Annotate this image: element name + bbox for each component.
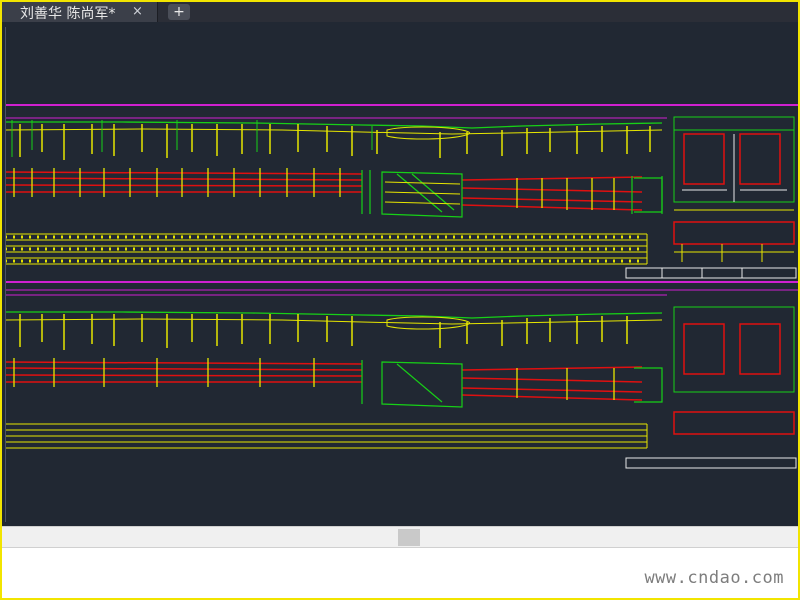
cross-section-yellow	[674, 209, 794, 262]
profile-line	[5, 121, 663, 129]
tab-bar: 刘善华 陈尚军* × +	[2, 2, 798, 22]
plus-icon[interactable]: +	[173, 4, 185, 20]
horizontal-scrollbar[interactable]	[2, 526, 798, 548]
cross-section-white	[625, 134, 797, 279]
canvas-edge	[5, 27, 6, 522]
watermark: www.cndao.com	[644, 568, 784, 588]
sheet-2	[4, 294, 797, 469]
new-tab-button[interactable]: +	[168, 4, 190, 20]
drawing-canvas[interactable]	[2, 22, 798, 526]
status-area: www.cndao.com	[2, 548, 798, 596]
document-tab[interactable]: 刘善华 陈尚军* ×	[2, 2, 158, 22]
profile-line	[4, 128, 663, 135]
scrollbar-thumb[interactable]	[398, 529, 420, 546]
cad-drawing	[4, 104, 798, 469]
tab-title[interactable]: 刘善华 陈尚军*	[20, 3, 115, 23]
plan-view-lines	[4, 171, 643, 211]
close-icon[interactable]: ×	[132, 4, 143, 19]
pier-columns	[19, 124, 651, 160]
data-table-ticks	[5, 235, 642, 263]
interchange-detail	[384, 181, 461, 205]
